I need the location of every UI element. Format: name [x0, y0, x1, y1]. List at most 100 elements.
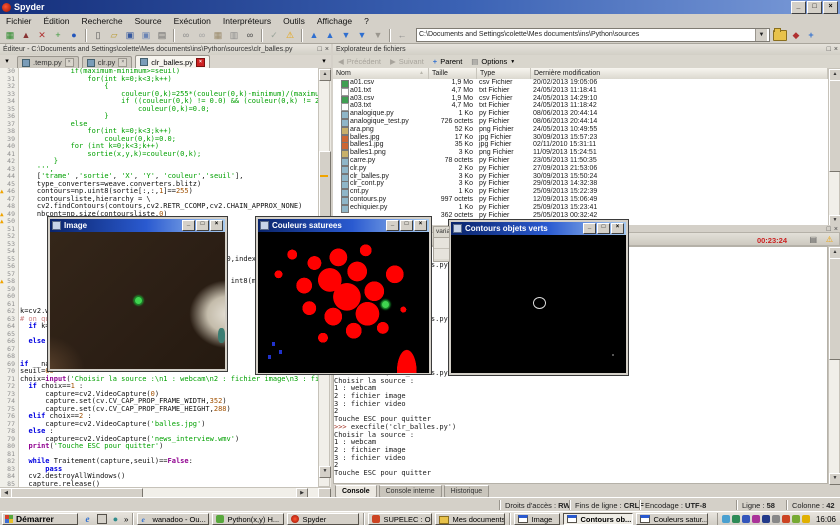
python-icon[interactable]: +: [51, 29, 65, 42]
parent-button[interactable]: +Parent: [433, 57, 463, 66]
file-row[interactable]: carre.py78 octetspy Fichier23/05/2013 11…: [333, 157, 828, 165]
working-directory-combobox[interactable]: C:\Documents and Settings\colette\Mes do…: [416, 28, 770, 42]
menu-item-interpréteurs[interactable]: Interpréteurs: [217, 16, 277, 26]
tools-icon[interactable]: ✕: [35, 29, 49, 42]
tray-icon[interactable]: [752, 515, 760, 523]
menu-item-source[interactable]: Source: [129, 16, 168, 26]
show-desktop-icon[interactable]: [96, 514, 107, 525]
file-row[interactable]: a01.csv1,9 Mocsv Fichier20/02/2013 19:05…: [333, 79, 828, 87]
tray-icon[interactable]: [762, 515, 770, 523]
close-tab-icon[interactable]: ×: [196, 58, 205, 67]
media-player-icon[interactable]: ●: [110, 514, 121, 525]
internet-explorer-icon[interactable]: e: [82, 514, 93, 525]
close-icon[interactable]: ×: [611, 223, 624, 234]
menu-item-outils[interactable]: Outils: [277, 16, 311, 26]
layout-icon[interactable]: ▦: [3, 29, 17, 42]
new-file-icon[interactable]: ▯: [91, 29, 105, 42]
menu-item-exécution[interactable]: Exécution: [168, 16, 217, 26]
sort-ascending-icon[interactable]: ▲: [419, 68, 424, 79]
view-icon[interactable]: ▲: [19, 29, 33, 42]
close-icon[interactable]: ×: [210, 220, 223, 231]
file-row[interactable]: analogique_test.py726 octetspy Fichier08…: [333, 118, 828, 126]
forward-button[interactable]: ▶Suivant: [390, 57, 424, 66]
step-gray-icon[interactable]: ▼: [371, 29, 385, 42]
task-button-image[interactable]: Image: [514, 513, 560, 525]
file-row[interactable]: analogique.py1 Kopy Fichier08/06/2013 20…: [333, 110, 828, 118]
tab-options-icon[interactable]: ▾: [318, 55, 330, 68]
task-button-spyder[interactable]: Spyder: [287, 513, 359, 525]
close-panel-icon[interactable]: ×: [834, 45, 838, 54]
search-dark-icon[interactable]: ∞: [243, 29, 257, 42]
step-down-icon[interactable]: ▼: [339, 29, 353, 42]
chevron-down-icon[interactable]: ▼: [755, 29, 767, 41]
menu-item-?[interactable]: ?: [358, 16, 375, 26]
task-button-wanadoo-ou-[interactable]: ewanadoo - Ou...: [137, 513, 209, 525]
file-row[interactable]: balles1.jpg35 Kojpg Fichier02/11/2010 15…: [333, 141, 828, 149]
minimize-icon[interactable]: _: [791, 1, 806, 14]
task-button-python-x-y-h-[interactable]: Python(x,y) H...: [212, 513, 284, 525]
file-row[interactable]: clr_balles.py3 Kopy Fichier30/09/2013 15…: [333, 173, 828, 181]
save-icon[interactable]: ▣: [123, 29, 137, 42]
close-icon[interactable]: ×: [414, 220, 427, 231]
clock[interactable]: 16:06: [816, 515, 836, 524]
open-file-icon[interactable]: ▱: [107, 29, 121, 42]
console-scrollbar[interactable]: ▲ ▼: [828, 246, 840, 484]
file-row[interactable]: echiquier.py1 Kopy Fichier25/09/2013 15:…: [333, 204, 828, 212]
tray-icon[interactable]: [802, 515, 810, 523]
tab-clr.py[interactable]: clr.py×: [82, 56, 133, 68]
close-panel-icon[interactable]: ×: [325, 45, 329, 54]
scroll-down-icon[interactable]: ▼: [319, 466, 331, 478]
tab-clr_balles.py[interactable]: clr_balles.py×: [135, 55, 210, 68]
interpreter-options-icon[interactable]: ●: [67, 29, 81, 42]
task-button-contours-ob-[interactable]: Contours ob...: [563, 513, 633, 525]
menu-item-édition[interactable]: Édition: [38, 16, 76, 26]
tab-.temp.py[interactable]: .temp.py×: [17, 56, 79, 68]
restore-icon[interactable]: □: [807, 1, 822, 14]
green-contours-window[interactable]: Contours objets verts _ □ ×: [448, 219, 629, 376]
find-next-icon[interactable]: ∞: [195, 29, 209, 42]
close-icon[interactable]: ×: [823, 1, 838, 14]
explorer-scrollbar[interactable]: ▲ ▼: [828, 68, 840, 225]
warning-run-icon[interactable]: ⚠: [283, 29, 297, 42]
close-tab-icon[interactable]: ×: [118, 58, 127, 67]
replace-icon[interactable]: ▦: [211, 29, 225, 42]
tray-icon[interactable]: [732, 515, 740, 523]
saturated-colors-titlebar[interactable]: Couleurs saturees _ □ ×: [258, 219, 429, 232]
maximize-icon[interactable]: □: [196, 220, 209, 231]
step-up-icon[interactable]: ▲: [307, 29, 321, 42]
green-contours-titlebar[interactable]: Contours objets verts _ □ ×: [451, 222, 626, 235]
back-button[interactable]: ◀Précédent: [338, 57, 381, 66]
tray-icon[interactable]: [782, 515, 790, 523]
file-row[interactable]: a03.csv1,9 Mocsv Fichier24/05/2013 14:29…: [333, 95, 828, 103]
scroll-down-icon[interactable]: ▼: [829, 473, 840, 485]
scroll-up-icon[interactable]: ▲: [319, 69, 331, 81]
browse-directory-icon[interactable]: [773, 30, 787, 41]
file-row[interactable]: a03.txt4,7 Motxt Fichier24/05/2013 11:18…: [333, 102, 828, 110]
grid-icon[interactable]: ▥: [227, 29, 241, 42]
options-button[interactable]: ▤Options▼: [471, 57, 515, 66]
find-icon[interactable]: ∞: [179, 29, 193, 42]
overflow-chevron-icon[interactable]: »: [124, 515, 128, 524]
tray-icon[interactable]: [772, 515, 780, 523]
file-row[interactable]: clr_cont.py3 Kopy Fichier29/09/2013 14:3…: [333, 180, 828, 188]
file-row[interactable]: cnt.py1 Kopy Fichier25/09/2013 15:22:39: [333, 188, 828, 196]
saturated-colors-window[interactable]: Couleurs saturees _ □ ×: [255, 216, 432, 375]
title-bar[interactable]: Spyder _ □ ×: [0, 0, 840, 14]
explorer-scroll-thumb[interactable]: [829, 80, 840, 172]
back-arrow-icon[interactable]: ←: [395, 29, 409, 42]
image-window-titlebar[interactable]: Image _ □ ×: [50, 219, 225, 232]
tray-icon[interactable]: [792, 515, 800, 523]
maximize-icon[interactable]: □: [597, 223, 610, 234]
start-button[interactable]: Démarrer: [2, 513, 78, 525]
image-window[interactable]: Image _ □ ×: [47, 216, 228, 372]
menu-item-fichier[interactable]: Fichier: [0, 16, 38, 26]
console-scroll-thumb[interactable]: [829, 258, 840, 360]
tray-icon[interactable]: [722, 515, 730, 523]
undock-icon[interactable]: □: [318, 45, 322, 54]
set-console-directory-icon[interactable]: ◆: [791, 29, 801, 42]
file-row[interactable]: a01.txt4,7 Motxt Fichier24/05/2013 11:18…: [333, 87, 828, 95]
task-button-couleurs-satur-[interactable]: Couleurs satur...: [636, 513, 708, 525]
tray-icon[interactable]: [742, 515, 750, 523]
task-button-mes-documents[interactable]: Mes documents: [435, 513, 505, 525]
maximize-icon[interactable]: □: [400, 220, 413, 231]
